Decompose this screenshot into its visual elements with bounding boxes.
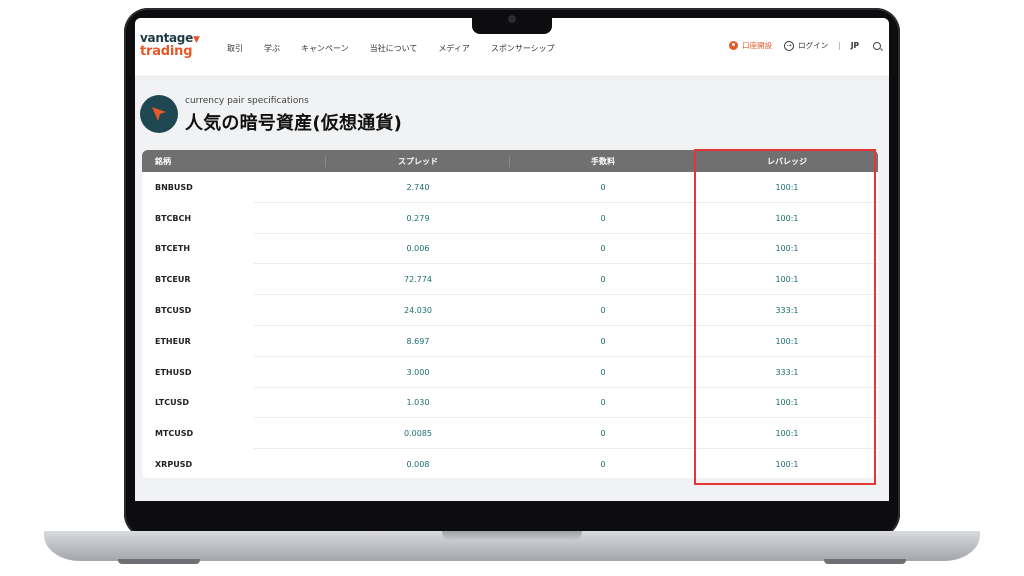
leverage-cell: 100:1	[775, 460, 799, 470]
commission-cell: 0	[600, 213, 606, 223]
header-divider: |	[838, 41, 841, 50]
leverage-cell: 100:1	[775, 429, 799, 439]
open-account-label: 口座開設	[742, 41, 773, 50]
search-icon[interactable]	[873, 41, 881, 50]
symbol-cell: BTCEUR	[155, 275, 191, 285]
table-row: BTCETH 0.006 0 100:1	[142, 234, 878, 265]
spread-cell: 3.000	[406, 367, 430, 377]
spread-cell: 2.740	[406, 182, 430, 192]
symbol-cell: BTCUSD	[155, 306, 192, 316]
crypto-spec-table: 銘柄 スプレッド 手数料 レバレッジ BNBUSD 2.740 0 100:1 BTCB…	[142, 150, 878, 478]
laptop-screen: vantage▼ trading 取引 学ぶ キャンペーン 当社について メディ…	[135, 18, 889, 501]
leverage-cell: 100:1	[775, 336, 799, 346]
leverage-cell: 333:1	[775, 367, 799, 377]
leverage-cell: 100:1	[775, 182, 799, 192]
nav-trade[interactable]: 取引	[227, 43, 243, 54]
table-row: MTCUSD 0.0085 0 100:1	[142, 418, 878, 449]
symbol-cell: BNBUSD	[155, 182, 193, 192]
table-row: XRPUSD 0.008 0 100:1	[142, 449, 878, 478]
commission-cell: 0	[600, 336, 606, 346]
camera-icon	[508, 15, 516, 23]
nav-about[interactable]: 当社について	[370, 43, 418, 54]
laptop-opening-groove	[442, 531, 582, 541]
page-subtitle: currency pair specifications	[185, 96, 309, 106]
leverage-cell: 100:1	[775, 275, 799, 285]
table-row: ETHUSD 3.000 0 333:1	[142, 357, 878, 388]
nav-learn[interactable]: 学ぶ	[264, 43, 280, 54]
nav-sponsorship[interactable]: スポンサーシップ	[491, 43, 555, 54]
commission-cell: 0	[600, 275, 606, 285]
commission-cell: 0	[600, 429, 606, 439]
table-row: LTCUSD 1.030 0 100:1	[142, 388, 878, 419]
leverage-cell: 333:1	[775, 306, 799, 316]
spread-cell: 1.030	[406, 398, 430, 408]
person-icon	[729, 41, 739, 50]
spread-cell: 24.030	[404, 306, 432, 316]
login-link[interactable]: → ログイン	[784, 40, 828, 51]
symbol-cell: MTCUSD	[155, 429, 194, 439]
spread-cell: 8.697	[406, 336, 430, 346]
open-account-link[interactable]: 口座開設	[729, 40, 772, 51]
logo-wordmark-bottom: trading	[140, 44, 193, 59]
check-icon: ▼	[192, 35, 200, 45]
laptop-foot-left	[118, 559, 200, 564]
table-row: BNBUSD 2.740 0 100:1	[142, 172, 878, 203]
leverage-cell: 100:1	[775, 244, 799, 254]
commission-cell: 0	[600, 244, 606, 254]
commission-cell: 0	[600, 460, 606, 470]
nav-campaign[interactable]: キャンペーン	[301, 43, 349, 54]
leverage-cell: 100:1	[775, 398, 799, 408]
vantage-logo[interactable]: vantage▼ trading	[140, 32, 200, 58]
commission-cell: 0	[600, 398, 606, 408]
table-row: BTCBCH 0.279 0 100:1	[142, 203, 878, 234]
spread-cell: 0.0085	[404, 429, 432, 439]
table-row: BTCUSD 24.030 0 333:1	[142, 295, 878, 326]
spread-cell: 0.279	[406, 213, 430, 223]
spread-cell: 72.774	[404, 275, 432, 285]
commission-cell: 0	[600, 182, 606, 192]
symbol-cell: BTCBCH	[155, 213, 192, 223]
arrow-down-left-icon	[140, 95, 178, 133]
symbol-cell: XRPUSD	[155, 460, 193, 470]
symbol-cell: ETHUSD	[155, 367, 192, 377]
leverage-cell: 100:1	[775, 213, 799, 223]
header-actions: 口座開設 → ログイン | JP	[729, 40, 881, 51]
login-arrow-icon: →	[784, 40, 795, 51]
symbol-cell: ETHEUR	[155, 336, 191, 346]
main-nav: 取引 学ぶ キャンペーン 当社について メディア スポンサーシップ	[227, 43, 576, 54]
spread-cell: 0.006	[406, 244, 430, 254]
logo-wordmark-top: vantage	[140, 31, 193, 45]
spread-cell: 0.008	[406, 460, 430, 470]
column-header-spread: スプレッド	[326, 150, 510, 172]
table-row: ETHEUR 8.697 0 100:1	[142, 326, 878, 357]
table-body: BNBUSD 2.740 0 100:1 BTCBCH 0.279 0 100:1 BTCETH…	[142, 172, 878, 478]
column-header-commission: 手数料	[510, 150, 696, 172]
page-title: 人気の暗号資産(仮想通貨)	[185, 113, 403, 134]
column-header-symbol: 銘柄	[142, 150, 326, 172]
commission-cell: 0	[600, 367, 606, 377]
language-selector[interactable]: JP	[851, 41, 859, 50]
table-header: 銘柄 スプレッド 手数料 レバレッジ	[142, 150, 878, 172]
table-row: BTCEUR 72.774 0 100:1	[142, 264, 878, 295]
login-label: ログイン	[798, 41, 829, 50]
symbol-cell: LTCUSD	[155, 398, 189, 408]
nav-media[interactable]: メディア	[438, 43, 469, 54]
commission-cell: 0	[600, 306, 606, 316]
column-header-leverage: レバレッジ	[767, 156, 807, 166]
symbol-cell: BTCETH	[155, 244, 191, 254]
laptop-foot-right	[824, 559, 906, 564]
